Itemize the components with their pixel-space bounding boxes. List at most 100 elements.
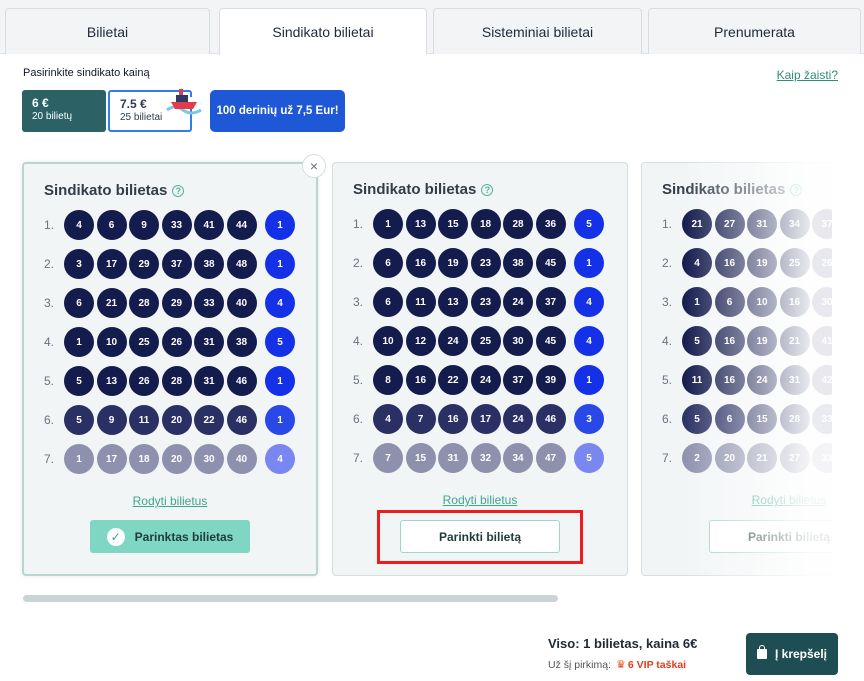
ticket-row: 2. 3 17 29 37 38 48 1 [44,249,298,279]
number-ball: 4 [64,210,94,240]
number-ball: 16 [714,326,745,356]
ticket-row: 2. 6 16 19 23 38 45 1 [353,248,607,278]
number-ball: 16 [714,248,745,278]
price-option-6[interactable]: 6 € 20 bilietų [22,90,106,132]
help-icon[interactable]: ? [790,183,803,196]
number-ball: 37 [812,209,832,239]
number-ball: 16 [714,365,745,395]
number-ball: 5 [682,326,712,356]
row-number: 4. [662,334,673,348]
choose-ticket-button[interactable]: Parinkti bilietą [709,520,832,553]
row-number: 6. [353,412,364,426]
number-ball: 47 [535,443,566,473]
bonus-ball: 1 [265,210,295,240]
tab-tickets[interactable]: Bilietai [5,8,210,54]
bonus-ball: 4 [574,287,604,317]
row-number: 6. [662,412,673,426]
number-ball: 31 [779,365,810,395]
shopping-bag-icon [756,645,767,659]
number-ball: 15 [405,443,436,473]
number-ball: 19 [747,326,777,356]
ticket-row: 6. 5 9 11 20 22 46 1 [44,405,298,435]
number-ball: 24 [438,326,468,356]
number-ball: 28 [779,404,810,434]
number-ball: 12 [405,326,436,356]
number-ball: 9 [129,210,159,240]
add-to-cart-button[interactable]: Į krepšelį [746,633,838,675]
number-ball: 19 [438,248,468,278]
how-to-play-link[interactable]: Kaip žaisti? [777,68,838,82]
number-ball: 1 [682,287,712,317]
row-number: 1. [44,218,55,232]
number-ball: 13 [438,287,468,317]
help-icon[interactable]: ? [172,184,185,197]
order-total: Viso: 1 bilietas, kaina 6€ [548,636,698,651]
ticket-row: 3. 6 21 28 29 33 40 4 [44,288,298,318]
number-ball: 5 [682,404,712,434]
ticket-row: 5. 5 13 26 28 31 46 1 [44,366,298,396]
show-tickets-link[interactable]: Rodyti bilietus [333,493,627,507]
number-ball: 11 [405,287,436,317]
number-ball: 42 [812,365,832,395]
vip-points: Už šį pirkimą: ♛ 6 VIP taškai [548,658,686,672]
number-ball: 10 [747,287,777,317]
number-ball: 26 [129,366,159,396]
bonus-ball: 4 [265,288,295,318]
number-ball: 5 [64,366,94,396]
number-ball: 20 [161,444,192,474]
card-title-text: Sindikato bilietas [44,182,168,199]
number-ball: 6 [96,210,127,240]
number-ball: 24 [747,365,777,395]
number-ball: 9 [96,405,127,435]
selected-ticket-button[interactable]: ✓ Parinktas bilietas [90,520,250,553]
check-icon: ✓ [106,527,125,546]
row-number: 2. [353,256,364,270]
card-title: Sindikato bilietas? [662,181,803,198]
close-icon[interactable]: × [302,154,326,178]
button-label: Parinkti bilietą [747,529,831,544]
row-number: 7. [44,452,55,466]
number-ball: 20 [161,405,192,435]
number-ball: 30 [812,287,832,317]
number-ball: 27 [714,209,745,239]
number-ball: 22 [438,365,468,395]
number-ball: 16 [438,404,468,434]
ticket-row: 7. 7 15 31 32 34 47 5 [353,443,607,473]
show-tickets-link[interactable]: Rodyti bilietus [642,493,832,507]
show-tickets-link[interactable]: Rodyti bilietus [24,494,316,508]
number-ball: 17 [470,404,501,434]
promo-banner[interactable]: 100 derinių už 7,5 Eur! [210,90,345,132]
help-icon[interactable]: ? [481,183,494,196]
number-ball: 15 [438,209,468,239]
number-ball: 46 [226,366,257,396]
number-ball: 23 [470,287,501,317]
number-ball: 13 [96,366,127,396]
number-ball: 38 [194,249,224,279]
syndicate-ticket-card: Sindikato bilietas? 1. 21 27 31 34 37 2. 4 16 19 25… [641,162,832,576]
row-number: 7. [662,451,673,465]
ticket-row: 1. 21 27 31 34 37 [662,209,832,239]
number-ball: 4 [682,248,712,278]
number-ball: 18 [129,444,159,474]
number-ball: 7 [405,404,436,434]
tab-subscription[interactable]: Prenumerata [648,8,861,54]
number-ball: 21 [682,209,712,239]
row-number: 5. [662,373,673,387]
ticket-row: 4. 1 10 25 26 31 38 5 [44,327,298,357]
bonus-ball: 5 [574,209,604,239]
ticket-row: 4. 10 12 24 25 30 45 4 [353,326,607,356]
number-ball: 6 [373,248,403,278]
carousel-scrollbar[interactable] [23,595,558,602]
number-ball: 33 [812,404,832,434]
tab-syndicate-tickets[interactable]: Sindikato bilietai [219,8,427,55]
number-ball: 33 [161,210,192,240]
syndicate-ticket-card: Sindikato bilietas? 1. 4 6 9 33 41 44 1 2. 3 17 29 37… [22,162,318,576]
tab-system-tickets[interactable]: Sisteminiai bilietai [433,8,642,54]
number-ball: 10 [373,326,403,356]
number-ball: 16 [779,287,810,317]
number-ball: 38 [503,248,533,278]
number-ball: 44 [226,210,257,240]
bonus-ball: 1 [574,365,604,395]
number-ball: 45 [535,248,566,278]
number-ball: 41 [194,210,224,240]
